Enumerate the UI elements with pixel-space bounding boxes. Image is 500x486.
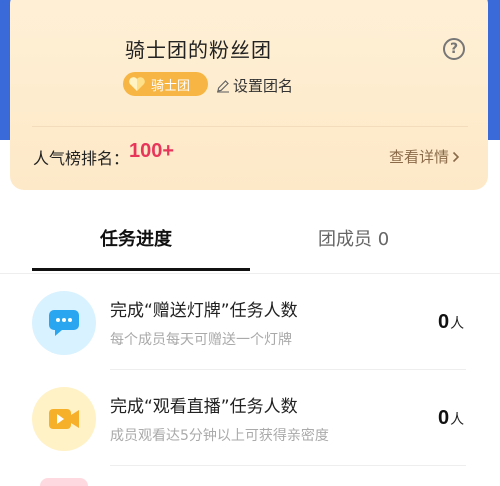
heart-icon: [127, 74, 147, 94]
help-icon[interactable]: ?: [443, 38, 465, 60]
task-description: 每个成员每天可赠送一个灯牌: [110, 332, 292, 348]
active-tab-indicator: [32, 268, 250, 271]
task-count: 0 人: [438, 407, 464, 430]
task-row: 完成“观看直播”任务人数 成员观看达5分钟以上可获得亲密度 0 人: [0, 371, 500, 466]
task-row: 完成“赠送灯牌”任务人数 每个成员每天可赠送一个灯牌 0 人: [0, 275, 500, 370]
badge-label: 骑士团: [151, 78, 191, 94]
video-camera-icon: [32, 387, 96, 451]
task-count-value: 0: [438, 407, 450, 429]
fan-club-title: 骑士团的粉丝团: [125, 38, 272, 62]
edit-name-button[interactable]: 设置团名: [216, 75, 293, 96]
task-title: 完成“观看直播”任务人数: [110, 397, 298, 417]
task-count-value: 0: [438, 311, 450, 333]
rank-value: 100+: [129, 140, 175, 162]
pen-icon: [216, 78, 231, 93]
task-count: 0 人: [438, 311, 464, 334]
task-count-unit: 人: [450, 412, 465, 428]
tab-members[interactable]: 团成员 0: [318, 225, 389, 251]
edit-name-label: 设置团名: [233, 77, 294, 95]
row-divider: [110, 369, 466, 370]
task-icon-partial: [40, 478, 88, 486]
task-description: 成员观看达5分钟以上可获得亲密度: [110, 428, 329, 444]
tab-task-progress[interactable]: 任务进度: [100, 225, 172, 251]
tabs-divider: [0, 273, 500, 274]
card-divider: [32, 126, 468, 127]
row-divider: [110, 465, 466, 466]
rank-label: 人气榜排名：: [33, 149, 130, 168]
view-details-link[interactable]: 查看详情: [389, 146, 460, 167]
club-badge: 骑士团: [123, 72, 208, 96]
task-count-unit: 人: [450, 316, 465, 332]
task-title: 完成“赠送灯牌”任务人数: [110, 301, 298, 321]
chat-bubble-icon: [32, 291, 96, 355]
view-details-label: 查看详情: [389, 148, 450, 166]
chevron-right-icon: [452, 151, 460, 163]
